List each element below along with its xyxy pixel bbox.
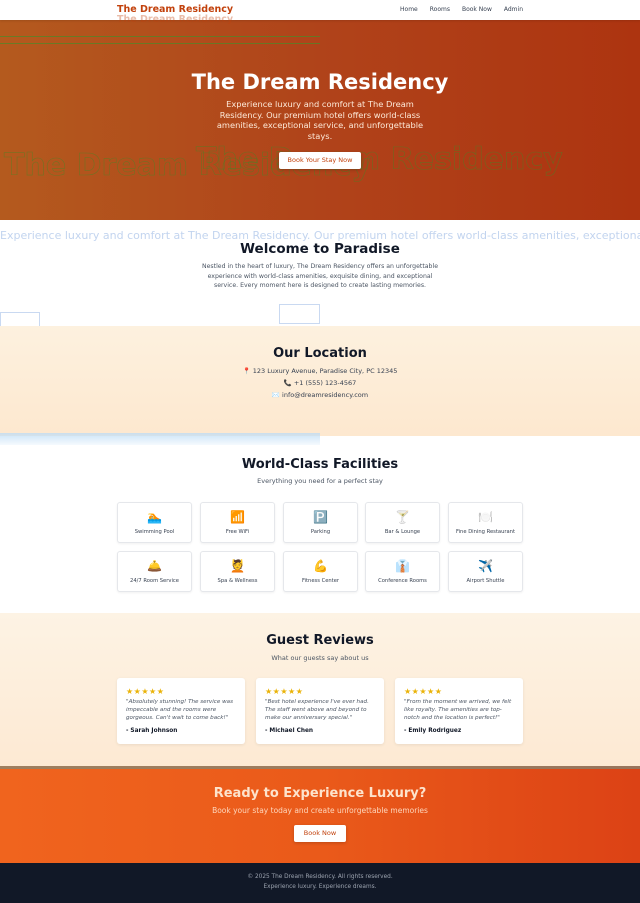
facility-label: Fitness Center [301,578,340,584]
facility-label: Swimming Pool [134,529,175,535]
review-text: "Absolutely stunning! The service was im… [126,699,233,721]
star-rating-icon: ★★★★★ [404,687,443,696]
spa-icon: 💆 [230,559,245,573]
facility-card-airport-shuttle: ✈️ Airport Shuttle [448,551,523,592]
footer-tagline: Experience luxury. Experience dreams. [263,884,377,890]
reviews-subtitle: What our guests say about us [271,654,369,662]
facilities-subtitle: Everything you need for a perfect stay [257,477,383,485]
facility-card-room-service: 🛎️ 24/7 Room Service [117,551,192,592]
dining-icon: 🍽️ [478,510,493,524]
facility-label: Free WiFi [225,529,250,535]
location-phone[interactable]: 📞 +1 (555) 123-4567 [0,379,640,387]
glitch-ghost-text: The Dream Residency [196,142,563,178]
hero-title: The Dream Residency [191,70,449,94]
hero-subtitle: Experience luxury and comfort at The Dre… [216,99,424,141]
review-card: ★★★★★ "Absolutely stunning! The service … [117,678,245,744]
airplane-icon: ✈️ [478,559,493,573]
ghost-artifact-box [279,304,320,324]
location-address: 📍 123 Luxury Avenue, Paradise City, PC 1… [242,367,398,375]
section-divider [0,766,640,769]
facility-label: 24/7 Room Service [130,578,179,584]
cta-title: Ready to Experience Luxury? [213,786,427,801]
review-author: - Michael Chen [265,728,314,734]
glitch-line [0,43,320,44]
welcome-title: Welcome to Paradise [240,241,400,257]
glitch-line [0,36,320,37]
glitch-blue-bar [0,433,320,445]
parking-icon: 🅿️ [313,510,328,524]
facility-card-parking: 🅿️ Parking [283,502,358,543]
facilities-title: World-Class Facilities [241,457,399,472]
facility-label: Airport Shuttle [466,578,505,584]
location-section: Our Location 📍 123 Luxury Avenue, Paradi… [0,326,640,436]
review-text: "Best hotel experience I've ever had. Th… [265,699,369,721]
facility-card-swimming-pool: 🏊 Swimming Pool [117,502,192,543]
brand-ghost-artifact: The Dream Residency [117,14,234,25]
book-now-button[interactable]: Book Now [294,825,346,842]
footer-copyright: © 2025 The Dream Residency. All rights r… [247,874,393,880]
review-card: ★★★★★ "From the moment we arrived, we fe… [395,678,523,744]
review-card: ★★★★★ "Best hotel experience I've ever h… [256,678,384,744]
reviews-title: Guest Reviews [266,633,374,648]
review-author: - Emily Rodriguez [404,728,462,734]
star-rating-icon: ★★★★★ [126,687,165,696]
swimming-pool-icon: 🏊 [147,510,162,524]
welcome-text: Nestled in the heart of luxury, The Drea… [201,263,439,289]
service-bell-icon: 🛎️ [147,559,162,573]
necktie-icon: 👔 [395,559,410,573]
cta-subtitle: Book your stay today and create unforget… [212,806,428,815]
wifi-icon: 📶 [230,510,245,524]
facility-card-conference: 👔 Conference Rooms [365,551,440,592]
flexed-biceps-icon: 💪 [313,559,328,573]
footer: © 2025 The Dream Residency. All rights r… [0,863,640,903]
location-email[interactable]: ✉️ info@dreamresidency.com [0,391,640,399]
nav-link-rooms[interactable]: Rooms [430,6,450,13]
book-your-stay-button[interactable]: Book Your Stay Now [279,152,361,169]
facility-card-spa: 💆 Spa & Wellness [200,551,275,592]
nav-link-home[interactable]: Home [400,6,418,13]
facility-label: Fine Dining Restaurant [456,529,515,535]
facility-label: Parking [310,529,331,535]
nav-link-admin[interactable]: Admin [504,6,523,13]
location-title: Our Location [273,346,367,361]
facility-label: Bar & Lounge [384,529,421,535]
hero-section: The Dream Residency The Dream Residency … [0,20,640,220]
cocktail-icon: 🍸 [395,510,410,524]
cta-section: Ready to Experience Luxury? Book your st… [0,766,640,863]
facility-label: Conference Rooms [378,578,427,584]
facility-card-free-wifi: 📶 Free WiFi [200,502,275,543]
nav-link-book-now[interactable]: Book Now [462,6,492,13]
nav-links: Home Rooms Book Now Admin [400,6,523,13]
star-rating-icon: ★★★★★ [265,687,304,696]
facility-label: Spa & Wellness [217,578,258,584]
review-author: - Sarah Johnson [126,728,178,734]
facility-card-fitness: 💪 Fitness Center [283,551,358,592]
facility-card-fine-dining: 🍽️ Fine Dining Restaurant [448,502,523,543]
review-text: "From the moment we arrived, we felt lik… [404,699,512,721]
facility-card-bar-lounge: 🍸 Bar & Lounge [365,502,440,543]
reviews-section: Guest Reviews What our guests say about … [0,613,640,766]
top-navbar: The Dream Residency The Dream Residency … [0,0,640,25]
